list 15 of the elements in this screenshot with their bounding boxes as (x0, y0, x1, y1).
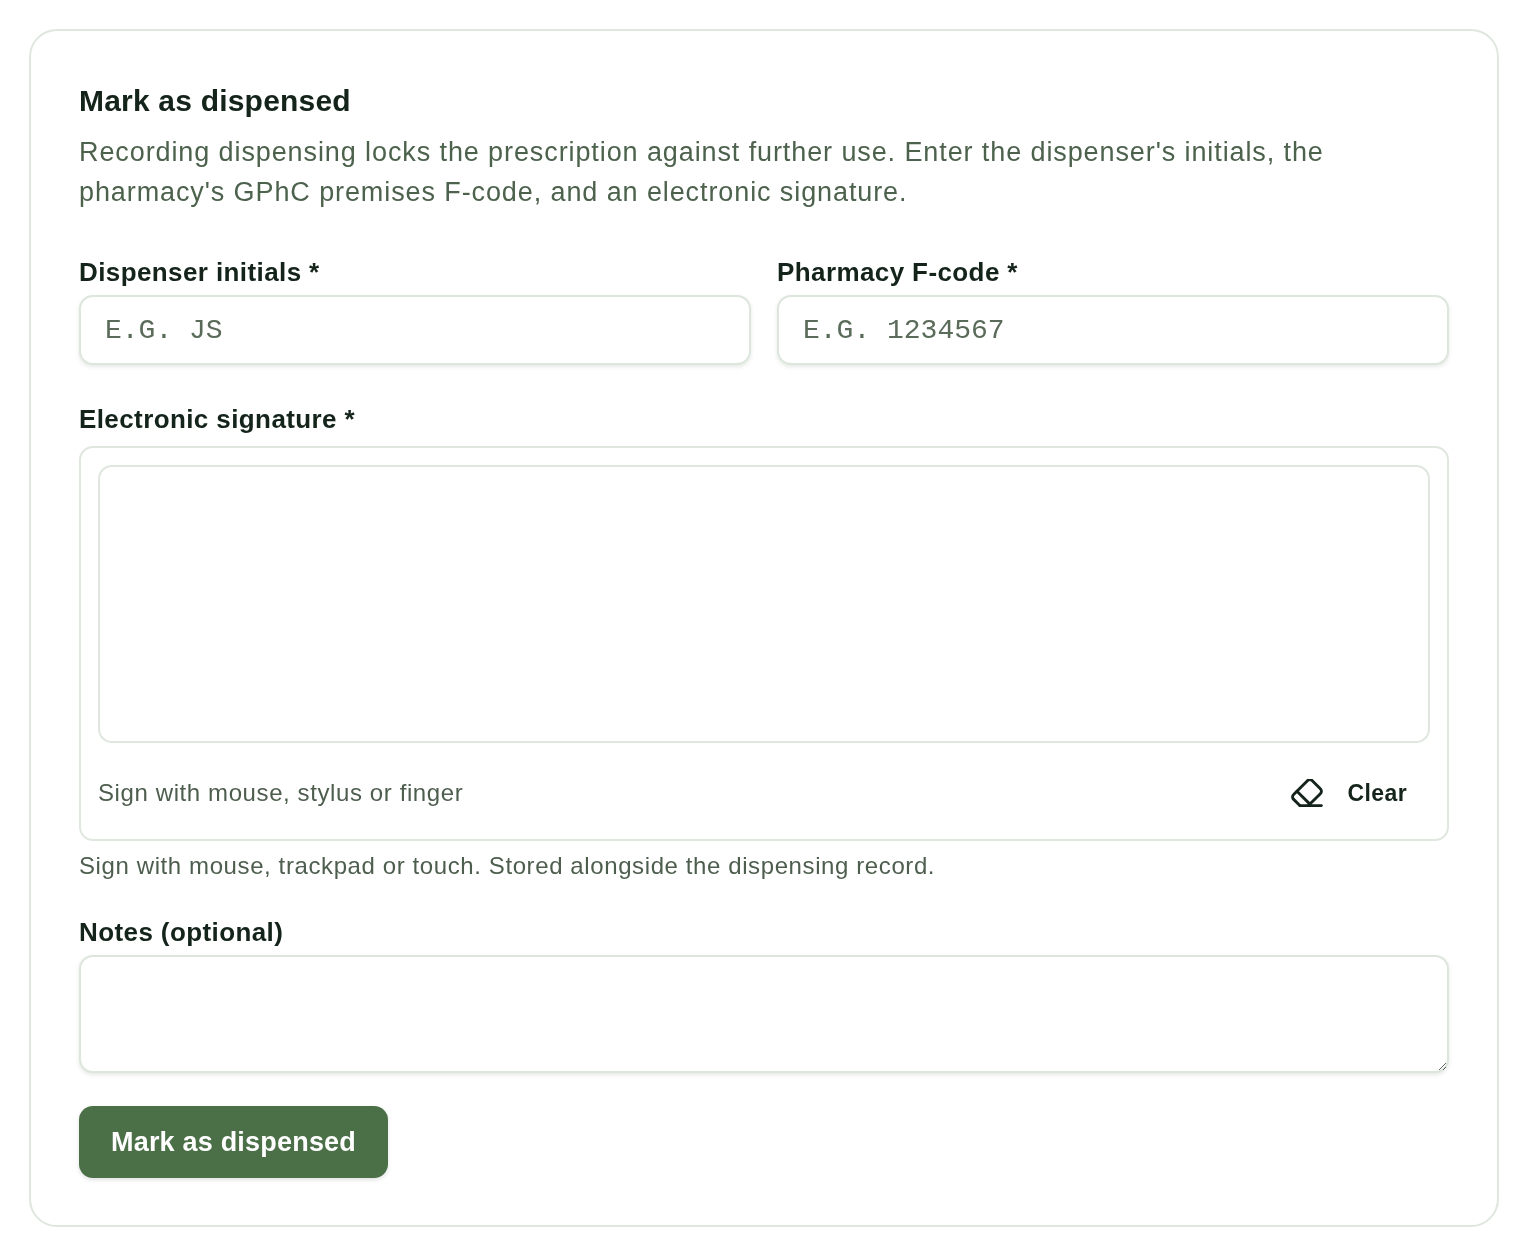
notes-field[interactable] (79, 955, 1449, 1073)
input-field[interactable]: E.G. JS (79, 295, 751, 365)
field-label: Electronic signature * (79, 403, 357, 436)
submit-button[interactable]: Mark as dispensed (79, 1106, 388, 1178)
form-title: Mark as dispensed (79, 83, 352, 119)
help-text: Sign with mouse, trackpad or touch. Stored alongside the dispensing record. (79, 851, 937, 881)
eraser-icon (1291, 779, 1324, 807)
clear-button[interactable]: Clear (1279, 775, 1430, 811)
signature-pad[interactable] (98, 465, 1430, 743)
signature-hint: Sign with mouse, stylus or finger (98, 778, 464, 808)
field-label: Dispenser initials * (79, 256, 321, 289)
field-label: Notes (optional) (79, 916, 285, 949)
field-label: Pharmacy F-code * (777, 256, 1019, 289)
form-description: Recording dispensing locks the prescription against further use. Enter the dispenser's initials, the pharmacy's GPhC premises F-code, and an electronic signature. (79, 136, 1325, 209)
input-field[interactable]: E.G. 1234567 (777, 295, 1449, 365)
